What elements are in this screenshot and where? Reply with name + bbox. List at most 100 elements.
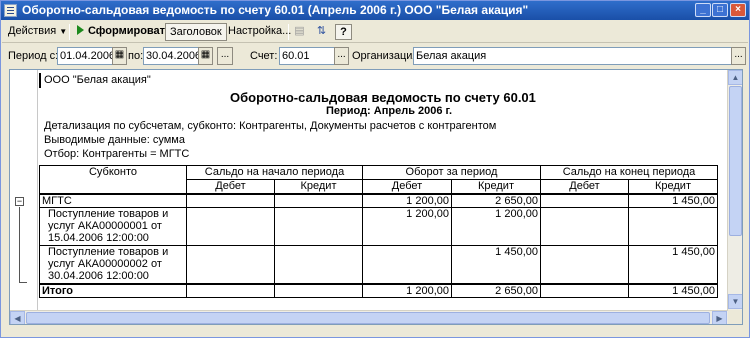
scroll-up-icon[interactable]: ▲	[728, 70, 742, 85]
header-closing-balance: Сальдо на конец периода	[540, 165, 718, 180]
chevron-down-icon: ▼	[59, 27, 68, 36]
horizontal-scroll-thumb[interactable]	[26, 312, 710, 324]
row-turnover-credit: 2 650,00	[451, 193, 541, 208]
total-label: Итого	[39, 282, 187, 298]
row-opening-credit	[274, 245, 363, 284]
report-filter: Отбор: Контрагенты = МГТС	[44, 148, 190, 160]
header-opening-balance: Сальдо на начало периода	[186, 165, 363, 180]
settings-button[interactable]: Настройка...	[224, 23, 295, 41]
table-row[interactable]: Поступление товаров и услуг АКА00000002 …	[39, 245, 718, 284]
total-closing-debit	[540, 282, 629, 298]
group-bracket	[19, 207, 20, 283]
window-title: Оборотно-сальдовая ведомость по счету 60…	[22, 3, 529, 17]
total-turnover-debit: 1 200,00	[362, 282, 452, 298]
total-closing-credit: 1 450,00	[628, 282, 718, 298]
period-to-field[interactable]: 30.04.2006	[143, 47, 199, 65]
row-turnover-debit	[362, 245, 452, 284]
account-field[interactable]: 60.01	[279, 47, 335, 65]
total-turnover-credit: 2 650,00	[451, 282, 541, 298]
period-from-label: Период с:	[8, 50, 59, 62]
title-bar[interactable]: Оборотно-сальдовая ведомость по счету 60…	[1, 1, 749, 20]
header-credit: Кредит	[628, 179, 718, 195]
close-button[interactable]: ×	[730, 3, 746, 17]
row-opening-credit	[274, 193, 363, 208]
scroll-right-icon[interactable]: ▶	[712, 311, 727, 324]
report-table: Субконто Сальдо на начало периода Оборот…	[39, 165, 718, 298]
toolbar-separator	[69, 24, 70, 40]
report-window: Оборотно-сальдовая ведомость по счету 60…	[0, 0, 750, 338]
row-opening-debit	[186, 193, 275, 208]
row-closing-credit: 1 450,00	[628, 193, 718, 208]
total-opening-credit	[274, 282, 363, 298]
copy-icon[interactable]: ▤	[291, 24, 308, 40]
header-toggle-button[interactable]: Заголовок	[165, 23, 227, 41]
calendar-icon[interactable]: ▦	[112, 47, 127, 65]
row-closing-debit	[540, 193, 629, 208]
group-collapse-toggle[interactable]: −	[15, 197, 24, 206]
header-debit: Дебет	[540, 179, 629, 195]
vertical-scroll-thumb[interactable]	[729, 86, 742, 236]
scroll-corner	[728, 310, 742, 324]
actions-menu[interactable]: Действия ▼	[4, 23, 71, 41]
row-turnover-credit: 1 200,00	[451, 207, 541, 246]
document-icon	[4, 4, 17, 17]
calendar-icon[interactable]: ▦	[198, 47, 213, 65]
row-opening-debit	[186, 245, 275, 284]
report-params: Период с: 01.04.2006 ▦ по: 30.04.2006 ▦ …	[2, 44, 748, 68]
toolbar: Действия ▼ Сформировать Заголовок Настро…	[2, 21, 748, 43]
row-closing-credit: 1 450,00	[628, 245, 718, 284]
table-row[interactable]: МГТС 1 200,00 2 650,00 1 450,00	[39, 193, 718, 208]
period-select-button[interactable]: ...	[217, 47, 233, 65]
total-opening-debit	[186, 282, 275, 298]
refresh-icon[interactable]: ⇅	[313, 24, 330, 40]
report-spreadsheet[interactable]: ООО "Белая акация" Оборотно-сальдовая ве…	[9, 69, 743, 325]
report-period: Период: Апрель 2006 г.	[326, 105, 453, 117]
help-button[interactable]: ?	[335, 24, 352, 40]
report-output: Выводимые данные: сумма	[44, 134, 185, 146]
status-bar	[2, 327, 748, 337]
row-subconto: Поступление товаров и услуг АКА00000002 …	[39, 245, 187, 284]
table-row[interactable]: Поступление товаров и услуг АКА00000001 …	[39, 207, 718, 246]
row-closing-credit	[628, 207, 718, 246]
toolbar-separator	[288, 24, 289, 40]
generate-button[interactable]: Сформировать	[73, 23, 176, 41]
organization-select-button[interactable]: ...	[731, 47, 746, 65]
header-debit: Дебет	[362, 179, 452, 195]
row-subconto: Поступление товаров и услуг АКА00000001 …	[39, 207, 187, 246]
scroll-left-icon[interactable]: ◀	[10, 311, 25, 324]
play-icon	[77, 25, 84, 35]
actions-label: Действия	[8, 25, 57, 37]
account-label: Счет:	[250, 50, 278, 62]
minimize-button[interactable]: _	[695, 3, 711, 17]
report-organization: ООО "Белая акация"	[44, 74, 151, 86]
period-from-field[interactable]: 01.04.2006	[57, 47, 113, 65]
maximize-button[interactable]: □	[712, 3, 728, 17]
grouping-gutter	[10, 70, 38, 310]
row-opening-debit	[186, 207, 275, 246]
horizontal-scrollbar[interactable]: ◀ ▶	[10, 310, 728, 324]
row-closing-debit	[540, 207, 629, 246]
row-opening-credit	[274, 207, 363, 246]
header-subconto: Субконто	[39, 165, 187, 195]
row-closing-debit	[540, 245, 629, 284]
header-credit: Кредит	[274, 179, 363, 195]
organization-label: Организация:	[352, 50, 422, 62]
row-turnover-debit: 1 200,00	[362, 207, 452, 246]
cell-cursor	[39, 73, 41, 88]
period-to-label: по:	[128, 50, 144, 62]
group-bracket-end	[19, 282, 27, 283]
report-title: Оборотно-сальдовая ведомость по счету 60…	[230, 90, 536, 105]
total-row[interactable]: Итого 1 200,00 2 650,00 1 450,00	[39, 282, 718, 298]
vertical-scrollbar[interactable]: ▲ ▼	[727, 70, 742, 310]
row-turnover-debit: 1 200,00	[362, 193, 452, 208]
report-detail: Детализация по субсчетам, субконто: Конт…	[44, 120, 497, 132]
account-select-button[interactable]: ...	[334, 47, 349, 65]
header-turnover: Оборот за период	[362, 165, 541, 180]
generate-label: Сформировать	[88, 25, 172, 37]
row-turnover-credit: 1 450,00	[451, 245, 541, 284]
header-debit: Дебет	[186, 179, 275, 195]
row-subconto: МГТС	[39, 193, 187, 208]
scroll-down-icon[interactable]: ▼	[728, 294, 742, 309]
header-credit: Кредит	[451, 179, 541, 195]
organization-field[interactable]: Белая акация	[413, 47, 732, 65]
